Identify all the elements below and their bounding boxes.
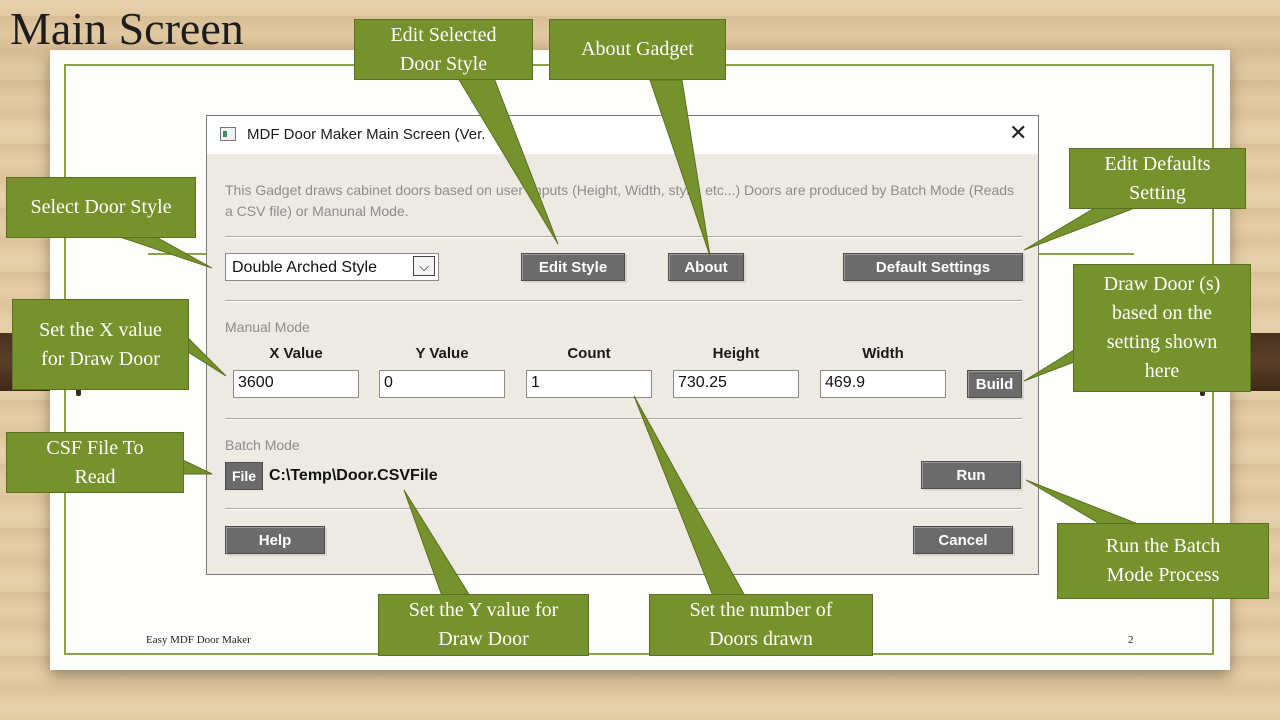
pointer-draw-door xyxy=(1023,349,1075,382)
callout-draw-door: Draw Door (s) based on the setting shown… xyxy=(1073,264,1251,392)
pointer-csf-file xyxy=(182,459,213,475)
pointer-edit-style xyxy=(457,77,559,245)
pointer-select-style xyxy=(119,236,213,269)
callout-edit-selected-style: Edit Selected Door Style xyxy=(354,19,533,80)
callout-set-count: Set the number of Doors drawn xyxy=(649,594,873,656)
pointer-defaults xyxy=(1023,205,1141,251)
callout-edit-defaults: Edit Defaults Setting xyxy=(1069,148,1246,209)
pointer-about xyxy=(649,79,711,257)
callout-select-door-style: Select Door Style xyxy=(6,177,196,238)
callout-about-gadget: About Gadget xyxy=(549,19,726,80)
callout-set-y: Set the Y value for Draw Door xyxy=(378,594,589,656)
pointer-set-count xyxy=(633,395,746,597)
pointer-set-x xyxy=(187,336,227,377)
pointer-run xyxy=(1025,479,1139,525)
pointer-set-y xyxy=(403,489,471,597)
callout-set-x: Set the X value for Draw Door xyxy=(12,299,189,390)
callout-run-batch: Run the Batch Mode Process xyxy=(1057,523,1269,599)
callout-csf-file: CSF File To Read xyxy=(6,432,184,493)
